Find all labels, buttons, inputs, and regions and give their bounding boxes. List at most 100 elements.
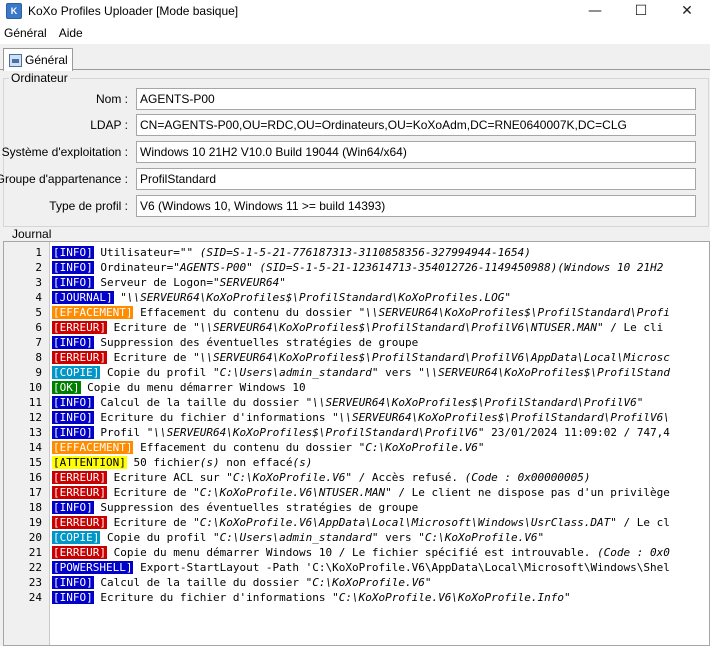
journal-log[interactable]: 1 [INFO] Utilisateur="" (SID=S-1-5-21-776… — [3, 241, 710, 646]
log-string: "C:\KoXoProfile.V6\KoXoProfile.Info" — [332, 591, 571, 604]
menu-aide[interactable]: Aide — [53, 26, 89, 40]
log-line: 9 [COPIE] Copie du profil "C:\Users\admin… — [4, 365, 709, 380]
log-content: [ERREUR] Ecriture de "C:\KoXoProfile.V6\… — [52, 485, 670, 500]
log-string: (SID=S-1-5-21-123614713-354012726-114945… — [252, 261, 664, 274]
log-content: [INFO] Suppression des éventuelles strat… — [52, 500, 418, 515]
log-line: 18 [INFO] Suppression des éventuelles str… — [4, 500, 709, 515]
log-text: Copie du profil — [100, 531, 213, 544]
log-tag-info: [INFO] — [52, 276, 94, 289]
log-string: (Code : 0x0 — [597, 546, 670, 559]
log-string: "\\SERVEUR64\KoXoProfiles$\ProfilStandar… — [358, 306, 670, 319]
log-string: "C:\KoXoProfile.V6" — [305, 576, 432, 589]
log-string: "\\SERVEUR64\KoXoProfiles$\ProfilStandar… — [332, 411, 670, 424]
log-line: 19 [ERREUR] Ecriture de "C:\KoXoProfile.V… — [4, 515, 709, 530]
log-text: Ordinateur= — [93, 261, 174, 274]
os-field[interactable]: Windows 10 21H2 V10.0 Build 19044 (Win64… — [136, 141, 696, 163]
maximize-button[interactable]: ☐ — [618, 0, 664, 22]
line-number: 6 — [35, 321, 42, 334]
log-line: 14 [EFFACEMENT] Effacement du contenu du … — [4, 440, 709, 455]
log-text: / Le client ne dispose pas d'un privilèg… — [391, 486, 670, 499]
log-tag-copie: [COPIE] — [52, 366, 101, 379]
line-number: 22 — [28, 561, 42, 574]
line-number: 10 — [28, 381, 42, 394]
log-line: 20 [COPIE] Copie du profil "C:\Users\admi… — [4, 530, 709, 545]
log-line: 4 [JOURNAL] "\\SERVEUR64\KoXoProfiles$\Pr… — [4, 290, 709, 305]
log-string: "\\SERVEUR64\KoXoProfiles$\ProfilStandar… — [193, 351, 670, 364]
menu-bar: Général Aide — [0, 22, 710, 44]
log-text: Suppression des éventuelles stratégies d… — [93, 501, 419, 514]
log-text: Serveur de Logon= — [93, 276, 213, 289]
tab-strip: Général — [0, 44, 710, 71]
log-string: (s) — [292, 456, 313, 469]
journal-lines: 1 [INFO] Utilisateur="" (SID=S-1-5-21-776… — [4, 245, 709, 605]
log-text: 50 fichier — [126, 456, 200, 469]
log-line: 13 [INFO] Profil "\\SERVEUR64\KoXoProfile… — [4, 425, 709, 440]
ldap-label: LDAP : — [90, 118, 128, 132]
type-profil-field[interactable]: V6 (Windows 10, Windows 11 >= build 1439… — [136, 195, 696, 217]
log-tag-journal: [JOURNAL] — [52, 291, 114, 304]
log-text: vers — [378, 531, 419, 544]
log-content: [ERREUR] Ecriture ACL sur "C:\KoXoProfil… — [52, 470, 590, 485]
log-string: "C:\KoXoProfile.V6" — [358, 441, 485, 454]
line-number: 13 — [28, 426, 42, 439]
type-profil-label: Type de profil : — [49, 199, 128, 213]
log-text: Ecriture du fichier d'informations — [93, 591, 333, 604]
log-tag-erreur: [ERREUR] — [52, 471, 107, 484]
log-text: Ecriture de — [106, 351, 194, 364]
log-text: Ecriture de — [106, 321, 194, 334]
log-content: [INFO] Ordinateur="AGENTS-P00" (SID=S-1-… — [52, 260, 663, 275]
log-tag-effacement: [EFFACEMENT] — [52, 441, 134, 454]
line-number: 21 — [28, 546, 42, 559]
log-line: 8 [ERREUR] Ecriture de "\\SERVEUR64\KoXoP… — [4, 350, 709, 365]
log-text: Effacement du contenu du dossier — [133, 441, 359, 454]
log-tag-erreur: [ERREUR] — [52, 546, 107, 559]
log-tag-info: [INFO] — [52, 426, 94, 439]
nom-label: Nom : — [95, 92, 128, 106]
log-line: 16 [ERREUR] Ecriture ACL sur "C:\KoXoProf… — [4, 470, 709, 485]
log-line: 15 [ATTENTION] 50 fichier(s) non effacé(s… — [4, 455, 709, 470]
nom-field[interactable]: AGENTS-P00 — [136, 88, 696, 110]
close-button[interactable]: ✕ — [664, 0, 710, 22]
groupe-field[interactable]: ProfilStandard — [136, 168, 696, 190]
menu-general[interactable]: Général — [0, 26, 53, 40]
log-line: 5 [EFFACEMENT] Effacement du contenu du d… — [4, 305, 709, 320]
line-number: 18 — [28, 501, 42, 514]
log-content: [EFFACEMENT] Effacement du contenu du do… — [52, 305, 670, 320]
log-line: 12 [INFO] Ecriture du fichier d'informati… — [4, 410, 709, 425]
os-label: Système d'exploitation : — [1, 145, 128, 159]
log-line: 10 [OK] Copie du menu démarrer Windows 10 — [4, 380, 709, 395]
log-tag-effacement: [EFFACEMENT] — [52, 306, 134, 319]
log-line: 21 [ERREUR] Copie du menu démarrer Window… — [4, 545, 709, 560]
log-text: Ecriture de — [106, 486, 194, 499]
line-number: 9 — [35, 366, 42, 379]
log-line: 23 [INFO] Calcul de la taille du dossier … — [4, 575, 709, 590]
line-number: 4 — [35, 291, 42, 304]
minimize-button[interactable]: — — [572, 0, 618, 22]
log-tag-info: [INFO] — [52, 246, 94, 259]
log-tag-info: [INFO] — [52, 411, 94, 424]
log-text: Calcul de la taille du dossier — [93, 576, 306, 589]
line-number: 1 — [35, 246, 42, 259]
log-content: [ERREUR] Ecriture de "\\SERVEUR64\KoXoPr… — [52, 350, 670, 365]
line-number: 7 — [35, 336, 42, 349]
journal-label: Journal — [10, 227, 54, 241]
log-line: 3 [INFO] Serveur de Logon="SERVEUR64" — [4, 275, 709, 290]
computer-icon — [9, 53, 22, 67]
log-content: [INFO] Ecriture du fichier d'information… — [52, 590, 571, 605]
line-number: 8 — [35, 351, 42, 364]
line-number: 11 — [28, 396, 42, 409]
log-line: 17 [ERREUR] Ecriture de "C:\KoXoProfile.V… — [4, 485, 709, 500]
ordinateur-group-label: Ordinateur — [9, 71, 70, 85]
log-tag-erreur: [ERREUR] — [52, 516, 107, 529]
log-string: (Code : 0x00000005) — [464, 471, 591, 484]
log-tag-ok: [OK] — [52, 381, 81, 394]
log-text: Effacement du contenu du dossier — [133, 306, 359, 319]
ldap-field[interactable]: CN=AGENTS-P00,OU=RDC,OU=Ordinateurs,OU=K… — [136, 114, 696, 136]
log-tag-info: [INFO] — [52, 501, 94, 514]
log-text: / Accès refusé. — [352, 471, 465, 484]
log-line: 1 [INFO] Utilisateur="" (SID=S-1-5-21-776… — [4, 245, 709, 260]
tab-general[interactable]: Général — [3, 48, 73, 71]
log-tag-copie: [COPIE] — [52, 531, 101, 544]
log-string: "\\SERVEUR64\KoXoProfiles$\ProfilStandar… — [305, 396, 644, 409]
log-line: 7 [INFO] Suppression des éventuelles stra… — [4, 335, 709, 350]
